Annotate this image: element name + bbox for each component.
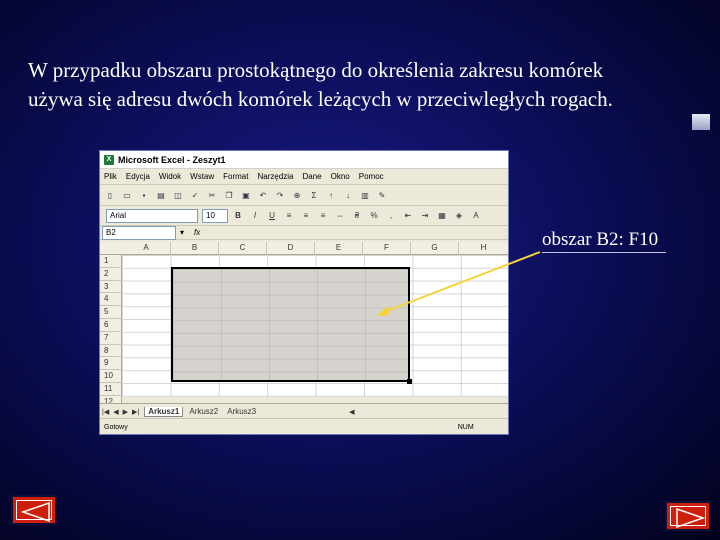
increase-indent-icon[interactable]: ⇥ xyxy=(419,210,431,222)
menu-bar: Plik Edycja Widok Wstaw Format Narzędzia… xyxy=(100,169,508,185)
menu-format[interactable]: Format xyxy=(223,172,248,181)
column-header[interactable]: C xyxy=(219,242,267,255)
prev-slide-button[interactable] xyxy=(11,495,57,525)
next-sheet-icon[interactable]: ▶ xyxy=(123,408,128,416)
row-header[interactable]: 5 xyxy=(100,306,122,319)
next-slide-button[interactable] xyxy=(665,501,711,531)
select-all-corner[interactable] xyxy=(100,242,123,255)
autosum-icon[interactable]: Σ xyxy=(308,189,320,201)
status-text: Gotowy xyxy=(104,423,128,431)
excel-window: X Microsoft Excel - Zeszyt1 Plik Edycja … xyxy=(100,151,508,434)
name-box[interactable]: B2 xyxy=(102,225,176,240)
merge-center-icon[interactable]: ⇔ xyxy=(334,210,346,222)
column-header[interactable]: H xyxy=(459,242,508,255)
preview-icon[interactable]: ◫ xyxy=(172,189,184,201)
new-icon[interactable]: ▯ xyxy=(104,189,116,201)
fill-color-icon[interactable]: ◈ xyxy=(453,210,465,222)
slide-heading: W przypadku obszaru prostokątnego do okr… xyxy=(28,56,708,114)
sheet-tab[interactable]: Arkusz2 xyxy=(186,407,221,416)
undo-icon[interactable]: ↶ xyxy=(257,189,269,201)
save-icon[interactable]: ▪ xyxy=(138,189,150,201)
bold-button[interactable]: B xyxy=(232,210,244,222)
callout-label: obszar B2: F10 xyxy=(542,228,667,253)
row-header[interactable]: 2 xyxy=(100,267,122,281)
underline-button[interactable]: U xyxy=(266,210,278,222)
decorative-bar xyxy=(692,114,710,130)
column-header[interactable]: B xyxy=(171,242,219,255)
sort-desc-icon[interactable]: ↓ xyxy=(342,189,354,201)
hyperlink-icon[interactable]: ⊕ xyxy=(291,189,303,201)
column-header[interactable]: E xyxy=(315,242,363,255)
selected-range[interactable] xyxy=(171,267,410,382)
font-size-select[interactable]: 10 xyxy=(202,208,228,223)
align-right-icon[interactable]: ≡ xyxy=(317,210,329,222)
row-header[interactable]: 9 xyxy=(100,357,122,371)
status-bar: Gotowy NUM xyxy=(100,418,508,434)
window-title: Microsoft Excel - Zeszyt1 xyxy=(118,154,226,165)
thousands-icon[interactable]: , xyxy=(385,210,397,222)
percent-icon[interactable]: % xyxy=(368,210,380,222)
row-header[interactable]: 1 xyxy=(100,255,122,268)
fill-handle[interactable] xyxy=(407,379,412,384)
heading-line-1: W przypadku obszaru prostokątnego do okr… xyxy=(28,58,604,82)
menu-window[interactable]: Okno xyxy=(331,172,350,181)
font-color-icon[interactable]: A xyxy=(470,210,482,222)
menu-insert[interactable]: Wstaw xyxy=(190,172,214,181)
menu-help[interactable]: Pomoc xyxy=(359,172,384,181)
borders-icon[interactable]: ▦ xyxy=(436,210,448,222)
row-header[interactable]: 4 xyxy=(100,293,122,307)
sheet-tab[interactable]: Arkusz1 xyxy=(144,406,184,417)
column-header[interactable]: F xyxy=(363,242,411,255)
copy-icon[interactable]: ❐ xyxy=(223,189,235,201)
font-name-select[interactable]: Arial xyxy=(106,208,198,223)
row-header[interactable]: 3 xyxy=(100,280,122,294)
triangle-left-icon xyxy=(20,501,50,523)
drawing-icon[interactable]: ✎ xyxy=(376,189,388,201)
menu-edit[interactable]: Edycja xyxy=(126,172,150,181)
excel-icon: X xyxy=(104,154,114,165)
menu-view[interactable]: Widok xyxy=(159,172,181,181)
column-header[interactable]: D xyxy=(267,242,315,255)
menu-data[interactable]: Dane xyxy=(303,172,322,181)
paste-icon[interactable]: ▣ xyxy=(240,189,252,201)
dropdown-arrow-icon[interactable]: ▾ xyxy=(180,228,184,237)
row-header[interactable]: 10 xyxy=(100,370,122,383)
sort-asc-icon[interactable]: ↑ xyxy=(325,189,337,201)
num-lock-indicator: NUM xyxy=(457,423,474,431)
decrease-indent-icon[interactable]: ⇤ xyxy=(402,210,414,222)
spelling-icon[interactable]: ✓ xyxy=(189,189,201,201)
title-bar: X Microsoft Excel - Zeszyt1 xyxy=(100,151,508,169)
italic-button[interactable]: I xyxy=(249,210,261,222)
row-header[interactable]: 8 xyxy=(100,344,122,358)
column-header[interactable]: G xyxy=(411,242,459,255)
print-icon[interactable]: ▤ xyxy=(155,189,167,201)
standard-toolbar: ▯ ▭ ▪ ▤ ◫ ✓ ✂ ❐ ▣ ↶ ↷ ⊕ Σ ↑ ↓ ▥ ✎ xyxy=(100,185,508,206)
open-icon[interactable]: ▭ xyxy=(121,189,133,201)
row-header[interactable]: 6 xyxy=(100,319,122,332)
fx-icon[interactable]: fx xyxy=(194,228,200,237)
menu-file[interactable]: Plik xyxy=(104,172,117,181)
chart-icon[interactable]: ▥ xyxy=(359,189,371,201)
last-sheet-icon[interactable]: ▶| xyxy=(132,408,139,416)
row-header[interactable]: 7 xyxy=(100,331,122,345)
sheet-tabs-bar: |◀ ◀ ▶ ▶| Arkusz1 Arkusz2 Arkusz3 ◀ xyxy=(100,403,508,419)
sheet-tab[interactable]: Arkusz3 xyxy=(224,407,259,416)
row-header[interactable]: 11 xyxy=(100,383,122,396)
formatting-toolbar: Arial 10 B I U ≡ ≡ ≡ ⇔ ₴ % , ⇤ ⇥ ▦ ◈ A xyxy=(100,206,508,226)
formula-bar: B2 ▾ fx xyxy=(100,225,508,240)
currency-icon[interactable]: ₴ xyxy=(351,210,363,222)
menu-tools[interactable]: Narzędzia xyxy=(257,172,293,181)
column-header[interactable]: A xyxy=(122,242,171,255)
hscroll-left-icon[interactable]: ◀ xyxy=(349,408,354,416)
cut-icon[interactable]: ✂ xyxy=(206,189,218,201)
prev-sheet-icon[interactable]: ◀ xyxy=(113,408,118,416)
align-center-icon[interactable]: ≡ xyxy=(300,210,312,222)
redo-icon[interactable]: ↷ xyxy=(274,189,286,201)
first-sheet-icon[interactable]: |◀ xyxy=(102,408,109,416)
align-left-icon[interactable]: ≡ xyxy=(283,210,295,222)
triangle-right-icon xyxy=(676,507,706,529)
heading-line-2: używa się adresu dwóch komórek leżących … xyxy=(28,87,613,111)
